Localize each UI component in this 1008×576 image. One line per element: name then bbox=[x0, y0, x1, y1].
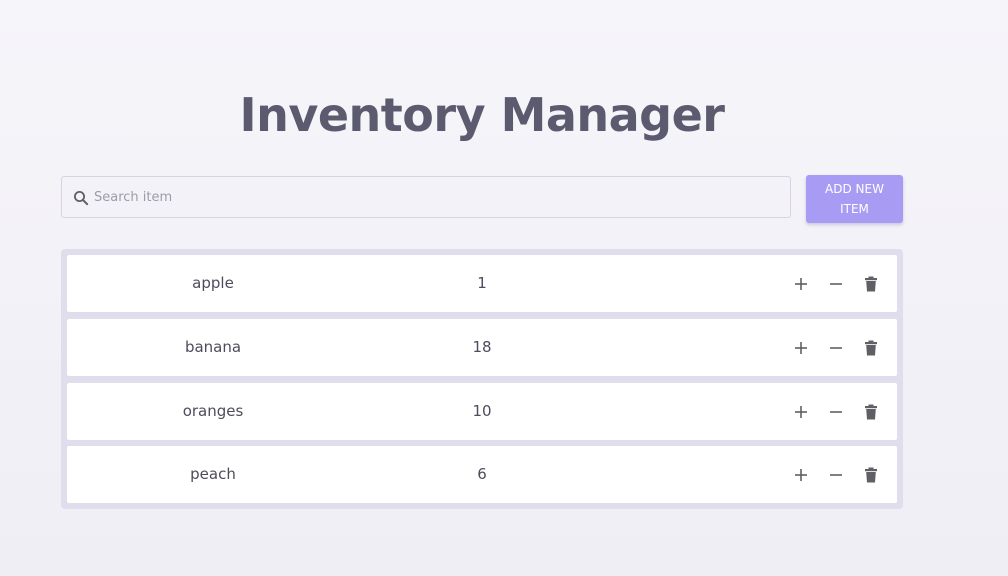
inventory-list: apple 1 banana 18 oranges 10 peach 6 bbox=[61, 249, 903, 509]
trash-icon[interactable] bbox=[861, 274, 881, 294]
trash-icon[interactable] bbox=[861, 338, 881, 358]
minus-icon[interactable] bbox=[826, 338, 846, 358]
minus-icon[interactable] bbox=[826, 402, 846, 422]
plus-icon[interactable] bbox=[791, 274, 811, 294]
plus-icon[interactable] bbox=[791, 338, 811, 358]
list-item: oranges 10 bbox=[67, 383, 897, 440]
item-quantity: 6 bbox=[477, 465, 487, 483]
trash-icon[interactable] bbox=[861, 465, 881, 485]
item-quantity: 1 bbox=[477, 274, 487, 292]
plus-icon[interactable] bbox=[791, 465, 811, 485]
search-field[interactable] bbox=[61, 176, 791, 218]
item-name: peach bbox=[190, 465, 236, 483]
minus-icon[interactable] bbox=[826, 274, 846, 294]
search-icon bbox=[73, 190, 89, 206]
plus-icon[interactable] bbox=[791, 402, 811, 422]
list-item: apple 1 bbox=[67, 255, 897, 312]
list-item: peach 6 bbox=[67, 446, 897, 503]
item-name: apple bbox=[192, 274, 234, 292]
page-title: Inventory Manager bbox=[239, 88, 726, 142]
item-quantity: 10 bbox=[472, 402, 492, 420]
item-name: oranges bbox=[182, 402, 244, 420]
search-input[interactable] bbox=[94, 177, 774, 217]
minus-icon[interactable] bbox=[826, 465, 846, 485]
trash-icon[interactable] bbox=[861, 402, 881, 422]
add-new-item-button[interactable]: ADD NEW ITEM bbox=[806, 175, 903, 223]
item-quantity: 18 bbox=[472, 338, 492, 356]
list-item: banana 18 bbox=[67, 319, 897, 376]
item-name: banana bbox=[184, 338, 242, 356]
